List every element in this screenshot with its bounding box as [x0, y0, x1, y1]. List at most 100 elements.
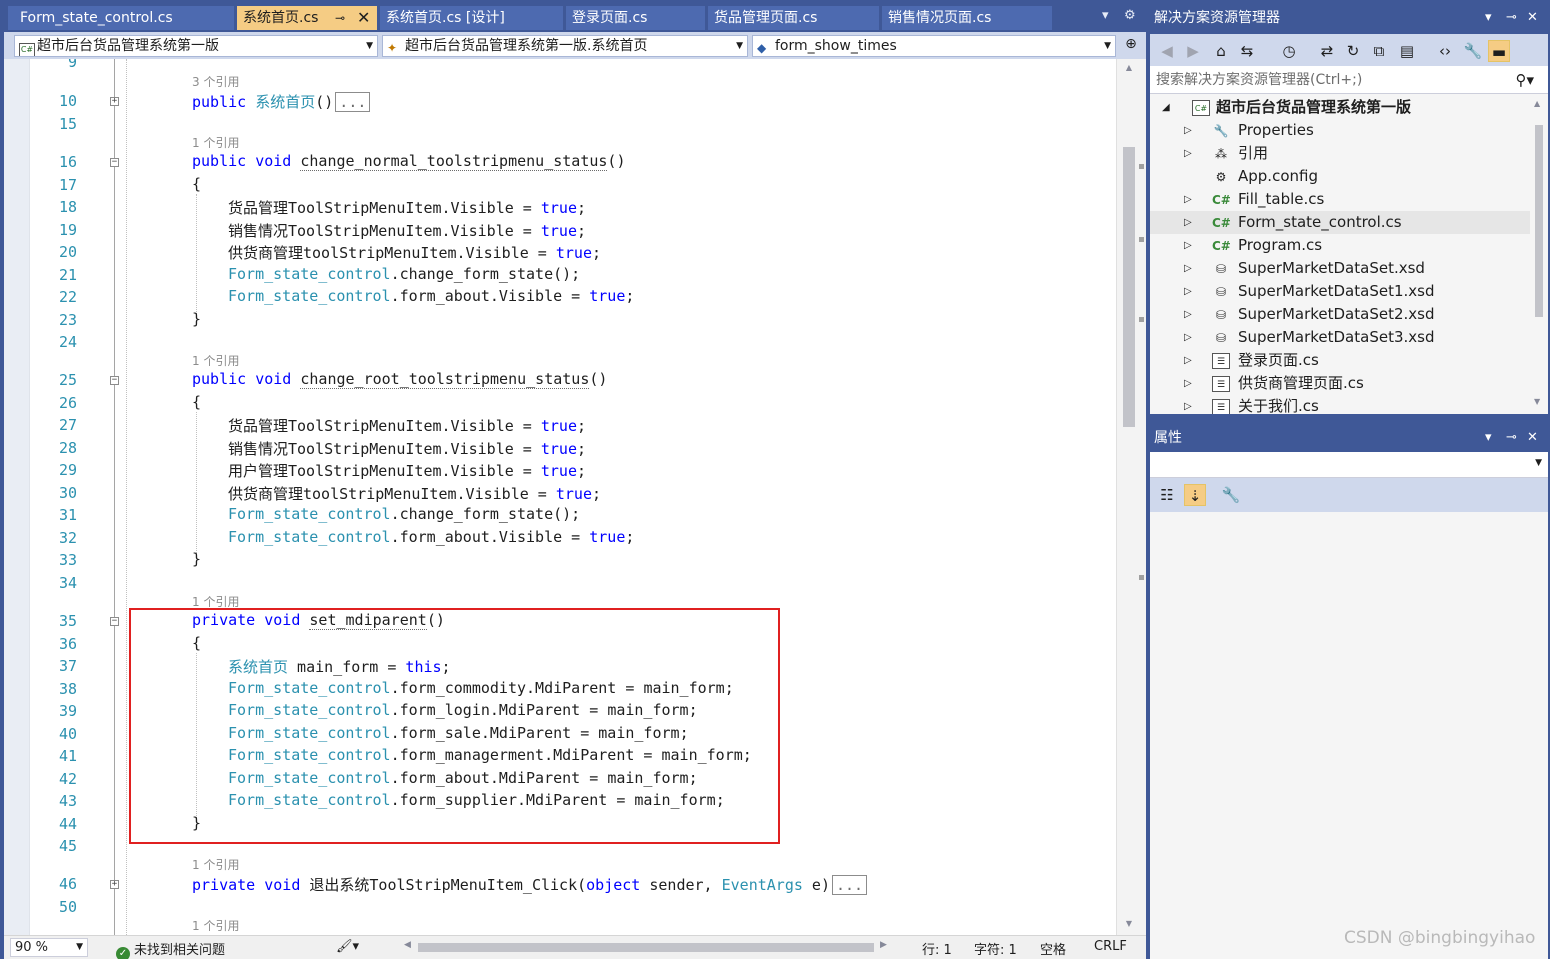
alphabetical-icon[interactable]: ⇣	[1184, 484, 1206, 506]
categorized-icon[interactable]: ☷	[1156, 484, 1178, 506]
pending-changes-icon[interactable]: ◷	[1278, 40, 1300, 62]
chevron-right-icon[interactable]: ▷	[1184, 234, 1192, 257]
tab-goods-management[interactable]: 货品管理页面.cs	[708, 6, 879, 30]
wrench-icon[interactable]: 🔧	[1462, 40, 1484, 62]
line-number: 10	[58, 92, 77, 110]
collapsed-region[interactable]: ...	[832, 875, 868, 895]
tree-item-form-state-control[interactable]: ▷ C# Form_state_control.cs	[1150, 211, 1530, 234]
scroll-right-icon[interactable]: ▶	[880, 940, 887, 950]
tree-item-dataset1[interactable]: ▷ ⛁ SuperMarketDataSet1.xsd	[1150, 280, 1530, 303]
scroll-down-icon[interactable]: ▼	[1123, 919, 1135, 928]
tab-system-home[interactable]: 系统首页.cs ⊸ ✕	[237, 6, 377, 30]
tree-item-app-config[interactable]: ⚙ App.config	[1150, 165, 1530, 188]
show-all-files-icon[interactable]: ▤	[1396, 40, 1418, 62]
property-pages-icon[interactable]: 🔧	[1220, 484, 1242, 506]
codelens-references[interactable]: 1 个引用	[192, 352, 239, 369]
project-dropdown[interactable]: C# 超市后台货品管理系统第一版 ▼	[14, 35, 378, 57]
solution-scrollbar[interactable]: ▲ ▼	[1530, 95, 1548, 414]
chevron-down-icon[interactable]: ▾	[1485, 0, 1492, 36]
chevron-right-icon[interactable]: ▷	[1184, 188, 1192, 211]
expanded-arrow-icon[interactable]: ◢	[1162, 96, 1170, 119]
zoom-dropdown[interactable]: 90 % ▼	[10, 938, 88, 957]
tab-form-state-control[interactable]: Form_state_control.cs	[8, 6, 234, 30]
line-indicator[interactable]: 行: 1	[922, 939, 952, 958]
tab-login-page[interactable]: 登录页面.cs	[566, 6, 705, 30]
char-indicator[interactable]: 字符: 1	[974, 939, 1017, 958]
sync-icon[interactable]: ⇄	[1316, 40, 1338, 62]
chevron-down-icon[interactable]: ▾	[1485, 424, 1492, 452]
line-ending[interactable]: CRLF	[1094, 939, 1127, 954]
tree-item-login-page[interactable]: ▷ ☰ 登录页面.cs	[1150, 349, 1530, 372]
codelens-references[interactable]: 1 个引用	[192, 134, 239, 151]
search-icon[interactable]: ⚲▾	[1515, 66, 1534, 94]
pin-icon[interactable]: ⊸	[1506, 0, 1517, 36]
tree-item-fill-table[interactable]: ▷ C# Fill_table.cs	[1150, 188, 1530, 211]
code-view-icon[interactable]: ‹›	[1434, 40, 1456, 62]
close-icon[interactable]: ✕	[1527, 424, 1538, 452]
class-dropdown[interactable]: ✦ 超市后台货品管理系统第一版.系统首页 ▼	[382, 35, 748, 57]
tree-item-supplier-page[interactable]: ▷ ☰ 供货商管理页面.cs	[1150, 372, 1530, 395]
collapsed-region[interactable]: ...	[335, 92, 371, 112]
close-icon[interactable]: ✕	[357, 6, 370, 30]
tree-item-dataset[interactable]: ▷ ⛁ SuperMarketDataSet.xsd	[1150, 257, 1530, 280]
codelens-references[interactable]: 1 个引用	[192, 856, 239, 873]
collapse-icon[interactable]: −	[110, 376, 119, 385]
collapse-all-icon[interactable]: ⧉	[1368, 40, 1390, 62]
solution-search-input[interactable]: 搜索解决方案资源管理器(Ctrl+;) ⚲▾	[1150, 66, 1548, 94]
tree-item-dataset3[interactable]: ▷ ⛁ SuperMarketDataSet3.xsd	[1150, 326, 1530, 349]
refresh-icon[interactable]: ↻	[1342, 40, 1364, 62]
preview-icon[interactable]: ▬	[1488, 40, 1510, 62]
close-icon[interactable]: ✕	[1527, 0, 1538, 36]
tree-item-about-us[interactable]: ▷ ☰ 关于我们.cs	[1150, 395, 1530, 414]
tab-sales-status[interactable]: 销售情况页面.cs	[882, 6, 1052, 30]
tree-item-references[interactable]: ▷ ⁂ 引用	[1150, 142, 1530, 165]
scroll-up-icon[interactable]: ▲	[1534, 99, 1540, 108]
home-icon[interactable]: ⌂	[1210, 40, 1232, 62]
pin-icon[interactable]: ⊸	[1506, 424, 1517, 452]
scroll-up-icon[interactable]: ▲	[1123, 63, 1135, 72]
vertical-scrollbar[interactable]: ▲ ▼	[1116, 59, 1146, 935]
tree-item-properties[interactable]: ▷ 🔧 Properties	[1150, 119, 1530, 142]
scrollbar-thumb[interactable]	[1535, 125, 1543, 317]
chevron-right-icon[interactable]: ▷	[1184, 395, 1192, 414]
collapse-icon[interactable]: −	[110, 158, 119, 167]
chevron-right-icon[interactable]: ▷	[1184, 303, 1192, 326]
chevron-right-icon[interactable]: ▷	[1184, 257, 1192, 280]
scroll-left-icon[interactable]: ◀	[404, 940, 411, 950]
scroll-down-icon[interactable]: ▼	[1534, 397, 1540, 406]
back-icon[interactable]: ◀	[1156, 40, 1178, 62]
expand-icon[interactable]: +	[110, 880, 119, 889]
chevron-right-icon[interactable]: ▷	[1184, 119, 1192, 142]
tree-item-project[interactable]: ◢ C# 超市后台货品管理系统第一版	[1150, 96, 1530, 119]
scrollbar-thumb[interactable]	[418, 943, 874, 952]
chevron-right-icon[interactable]: ▷	[1184, 280, 1192, 303]
indent-mode[interactable]: 空格	[1040, 939, 1066, 958]
codelens-references[interactable]: 3 个引用	[192, 73, 239, 90]
member-dropdown[interactable]: ◆ form_show_times ▼	[752, 35, 1116, 57]
issues-indicator[interactable]: ✓ 未找到相关问题	[116, 939, 225, 959]
switch-views-icon[interactable]: ⇆	[1236, 40, 1258, 62]
chevron-right-icon[interactable]: ▷	[1184, 326, 1192, 349]
tree-item-dataset2[interactable]: ▷ ⛁ SuperMarketDataSet2.xsd	[1150, 303, 1530, 326]
tab-overflow-icon[interactable]: ▾	[1102, 8, 1109, 23]
split-window-icon[interactable]: ⊕	[1120, 36, 1142, 56]
forward-icon[interactable]: ▶	[1182, 40, 1204, 62]
codelens-references[interactable]: 1 个引用	[192, 917, 239, 934]
object-selector-dropdown[interactable]: ▼	[1150, 452, 1548, 478]
expand-icon[interactable]: +	[110, 97, 119, 106]
csharp-file-icon: C#	[1212, 193, 1231, 207]
tree-item-program[interactable]: ▷ C# Program.cs	[1150, 234, 1530, 257]
scrollbar-thumb[interactable]	[1123, 147, 1135, 427]
chevron-right-icon[interactable]: ▷	[1184, 142, 1192, 165]
tab-system-home-designer[interactable]: 系统首页.cs [设计]	[380, 6, 563, 30]
code-area[interactable]: 9 10 15 16 17 18 19 20 21 22 23 24 25 26…	[4, 59, 1116, 935]
collapse-icon[interactable]: −	[110, 617, 119, 626]
brush-icon[interactable]: 🖌▾	[336, 939, 359, 954]
gear-icon[interactable]: ⚙	[1124, 8, 1136, 23]
chevron-right-icon[interactable]: ▷	[1184, 349, 1192, 372]
code-line: {	[192, 393, 202, 411]
horizontal-scrollbar[interactable]: ◀ ▶	[402, 940, 890, 954]
chevron-right-icon[interactable]: ▷	[1184, 372, 1192, 395]
chevron-right-icon[interactable]: ▷	[1184, 211, 1192, 234]
pin-icon[interactable]: ⊸	[335, 6, 345, 30]
